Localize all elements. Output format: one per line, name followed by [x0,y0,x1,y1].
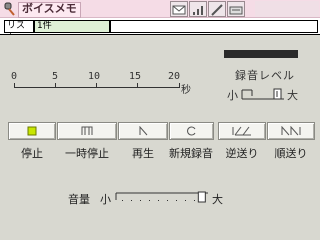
stop-icon [27,126,37,136]
tab-list[interactable]: リスト [4,20,34,42]
timeline-tick-label: 15 [129,71,142,82]
volume-track-dot [167,200,168,201]
keyboard-icon[interactable] [227,1,245,17]
mail-icon[interactable] [170,1,188,17]
new-record-label: 新規録音 [169,147,213,160]
clock-area [255,1,319,17]
timeline-tick-label: 20 [168,71,181,82]
fast-forward-icon [281,126,301,136]
volume-min-label: 小 [100,193,111,206]
volume-track-dot [131,200,132,201]
forward-button[interactable] [267,122,315,140]
timeline-unit: 秒 [181,85,191,96]
forward-label: 順送り [274,147,308,160]
title-bar: ボイスメモ [0,0,320,18]
volume-track-dot [122,200,123,201]
record-level-label: 録音レベル [235,69,295,82]
volume-track-dot [140,200,141,201]
rewind-icon [232,126,251,136]
timeline-tick-label: 0 [11,71,18,82]
tab-row: リスト 1件 [0,18,320,42]
stop-button[interactable] [8,122,56,140]
microphone-icon [4,2,15,16]
edit-icon[interactable] [208,1,226,17]
timeline-tick-label: 10 [88,71,101,82]
volume-thumb[interactable] [197,191,206,203]
volume-max-label: 大 [212,193,223,206]
volume-track-dot [176,200,177,201]
signal-icon[interactable] [189,1,207,17]
volume-track-dot [194,200,195,201]
pause-icon [81,126,93,135]
timeline-tick [179,83,180,88]
volume-slider[interactable] [114,190,210,204]
timeline-tick [55,83,56,88]
new-record-button[interactable] [169,122,214,140]
record-level-meter [224,50,298,58]
rewind-button[interactable] [218,122,266,140]
timeline-tick [14,83,15,88]
play-icon [139,126,148,136]
timeline-tick [137,83,138,88]
volume-track-dot [149,200,150,201]
pause-label: 一時停止 [65,147,109,160]
timeline-tick [96,83,97,88]
volume-track-dot [185,200,186,201]
app-title: ボイスメモ [18,2,81,18]
volume-label: 音量 [68,193,90,206]
play-button[interactable] [118,122,168,140]
record-icon [186,126,195,136]
timeline-tick-label: 5 [52,71,59,82]
record-level-min-label: 小 [227,89,238,102]
memo-name-field[interactable] [110,20,318,33]
pause-button[interactable] [57,122,117,140]
main-panel: 0 5 10 15 20 秒 録音レベル 小 大 停止 一時停止 再生 新規録音… [0,35,320,240]
rewind-label: 逆送り [225,147,259,160]
record-level-slider[interactable] [240,87,286,101]
record-level-max-label: 大 [287,89,298,102]
volume-track-dot [158,200,159,201]
tab-count[interactable]: 1件 [34,20,110,33]
timeline-bar[interactable] [14,87,180,88]
stop-label: 停止 [21,147,43,160]
